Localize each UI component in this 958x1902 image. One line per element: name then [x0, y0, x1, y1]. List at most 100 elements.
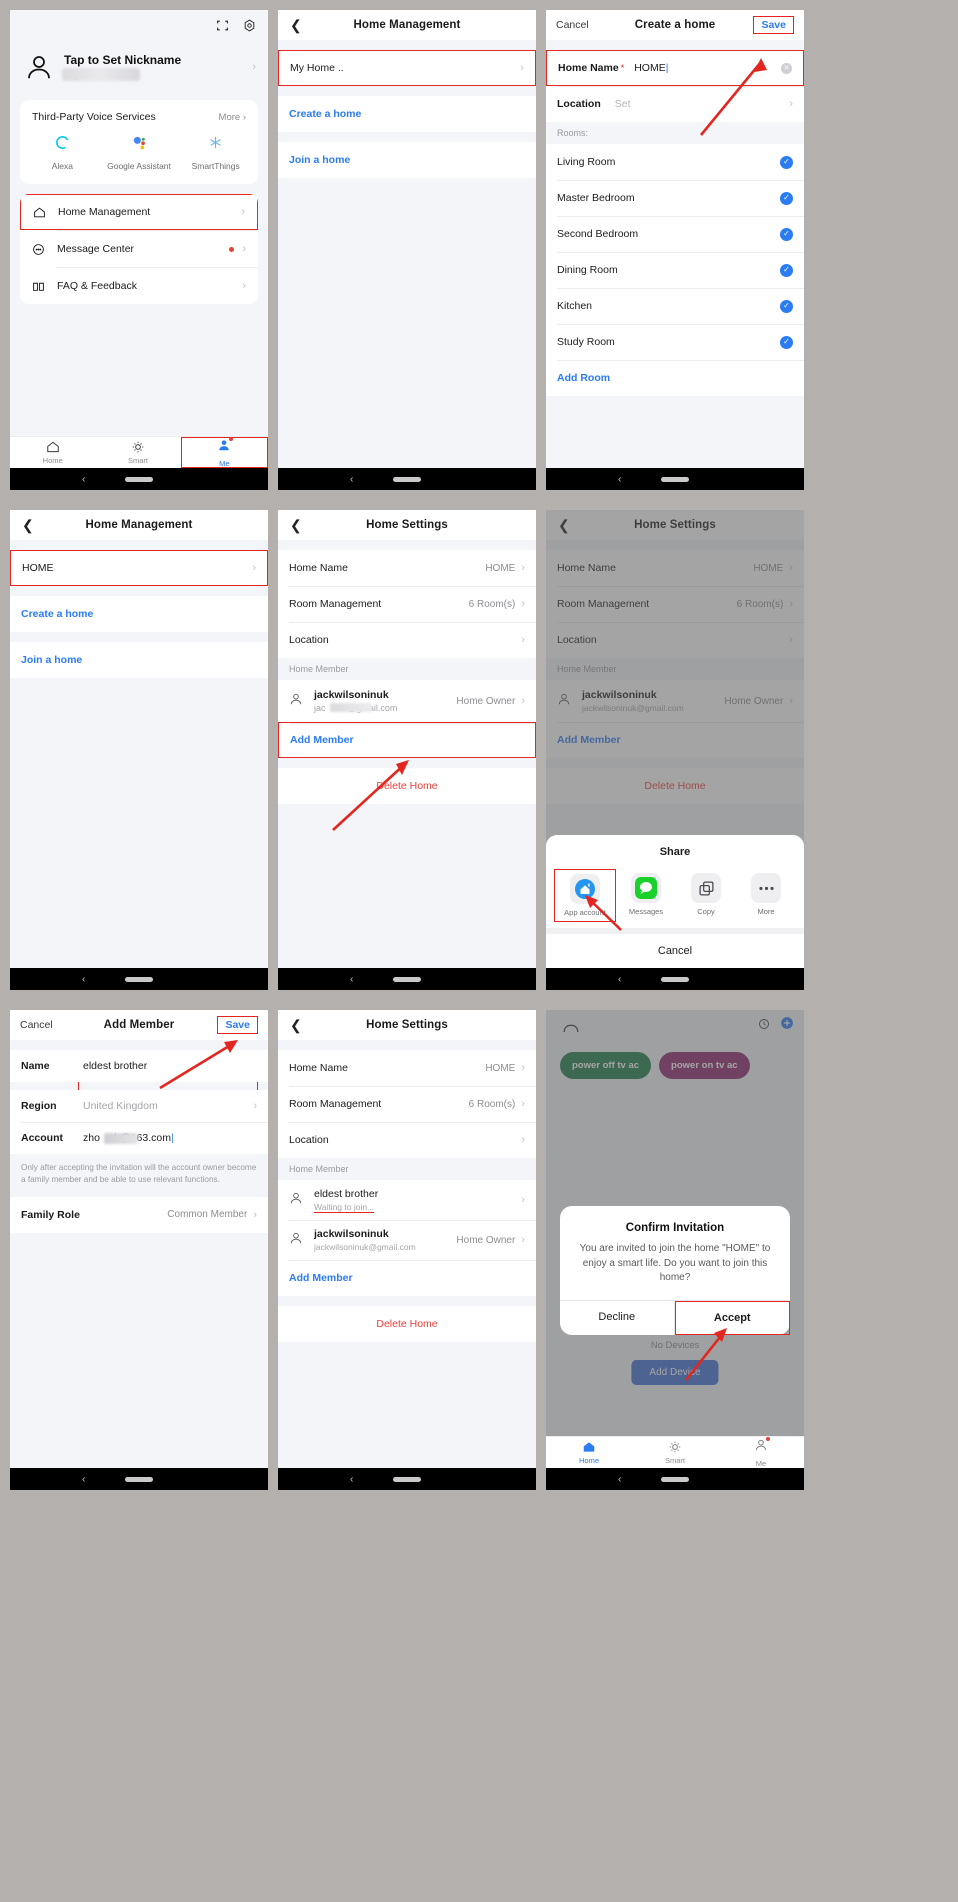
save-button[interactable]: Save — [753, 16, 794, 34]
share-target-messages[interactable]: Messages — [616, 869, 676, 922]
add-member-button[interactable]: Add Member — [278, 1260, 536, 1296]
create-home-button[interactable]: Create a home — [278, 96, 536, 132]
join-home-button[interactable]: Join a home — [278, 142, 536, 178]
field-family-role[interactable]: Family Role Common Member › — [10, 1196, 268, 1233]
voice-services-more[interactable]: More › — [219, 112, 246, 123]
home-row-my-home[interactable]: My Home .. › — [278, 50, 536, 86]
back-icon[interactable]: ❮ — [22, 518, 34, 532]
android-back-button[interactable]: ‹ — [350, 474, 353, 485]
member-fields-group: Name eldest brother Region United Kingdo… — [10, 1050, 268, 1154]
android-home-pill[interactable] — [661, 976, 689, 982]
navbar: Cancel Add Member Save — [10, 1010, 268, 1040]
android-home-pill[interactable] — [125, 1476, 153, 1482]
cancel-button[interactable]: Cancel — [20, 1019, 53, 1031]
android-home-pill[interactable] — [661, 476, 689, 482]
decline-button[interactable]: Decline — [560, 1301, 674, 1335]
add-member-button[interactable]: Add Member — [278, 722, 536, 758]
room-row[interactable]: Second Bedroom ✓ — [546, 216, 804, 252]
menu-item-home-management[interactable]: Home Management › — [20, 194, 258, 230]
voice-item-google-assistant[interactable]: Google Assistant — [101, 134, 178, 171]
check-icon[interactable]: ✓ — [780, 335, 793, 349]
tab-home[interactable]: Home — [546, 1437, 632, 1468]
chevron-right-icon: › — [521, 1062, 525, 1074]
check-icon[interactable]: ✓ — [780, 299, 793, 313]
share-target-more[interactable]: More — [736, 869, 796, 922]
profile-row[interactable]: Tap to Set Nickname @gmail.com › — [22, 38, 256, 100]
share-cancel-button[interactable]: Cancel — [546, 934, 804, 968]
settings-row-room-management[interactable]: Room Management 6 Room(s) › — [278, 586, 536, 622]
android-home-pill[interactable] — [393, 976, 421, 982]
voice-item-smartthings[interactable]: SmartThings — [177, 134, 254, 171]
settings-row-home-name[interactable]: Home Name HOME › — [278, 1050, 536, 1086]
settings-row-location[interactable]: Location › — [278, 622, 536, 658]
location-field[interactable]: Location Set › — [546, 86, 804, 122]
room-row[interactable]: Master Bedroom ✓ — [546, 180, 804, 216]
android-back-button[interactable]: ‹ — [350, 1474, 353, 1485]
back-icon[interactable]: ❮ — [290, 1018, 302, 1032]
delete-home-button[interactable]: Delete Home — [278, 768, 536, 804]
join-home-button[interactable]: Join a home — [10, 642, 268, 678]
menu-item-message-center[interactable]: Message Center › — [20, 231, 258, 267]
room-row[interactable]: Kitchen ✓ — [546, 288, 804, 324]
tab-smart[interactable]: Smart — [95, 437, 180, 468]
android-home-pill[interactable] — [125, 976, 153, 982]
share-sheet: Share App account Messages Copy More Can… — [546, 835, 804, 968]
field-region[interactable]: Region United Kingdom › — [10, 1090, 268, 1122]
tab-me[interactable]: Me — [180, 436, 268, 468]
create-home-button[interactable]: Create a home — [10, 596, 268, 632]
android-home-pill[interactable] — [125, 476, 153, 482]
settings-row-room-management[interactable]: Room Management 6 Room(s) › — [278, 1086, 536, 1122]
android-back-button[interactable]: ‹ — [618, 1474, 621, 1485]
android-home-pill[interactable] — [393, 1476, 421, 1482]
delete-home-button[interactable]: Delete Home — [278, 1306, 536, 1342]
field-account[interactable]: Account zho ub@163.com| — [10, 1122, 268, 1154]
delete-home-label: Delete Home — [376, 780, 438, 792]
android-back-button[interactable]: ‹ — [82, 1474, 85, 1485]
room-row[interactable]: Dining Room ✓ — [546, 252, 804, 288]
gear-icon[interactable] — [243, 19, 256, 37]
check-icon[interactable]: ✓ — [780, 191, 793, 205]
cancel-button[interactable]: Cancel — [556, 19, 589, 31]
accept-button[interactable]: Accept — [674, 1300, 790, 1335]
add-room-button[interactable]: Add Room — [546, 360, 804, 396]
home-name-field[interactable]: Home Name * HOME| ✕ — [546, 50, 804, 86]
android-back-button[interactable]: ‹ — [350, 974, 353, 985]
field-value[interactable]: United Kingdom — [83, 1100, 253, 1112]
field-name[interactable]: Name eldest brother — [10, 1050, 268, 1082]
clear-icon[interactable]: ✕ — [781, 62, 792, 74]
room-row[interactable]: Study Room ✓ — [546, 324, 804, 360]
member-row[interactable]: eldest brother Waiting to join... › — [278, 1180, 536, 1220]
share-target-copy[interactable]: Copy — [676, 869, 736, 922]
back-icon[interactable]: ❮ — [290, 518, 302, 532]
room-row[interactable]: Living Room ✓ — [546, 144, 804, 180]
share-targets: App account Messages Copy More — [546, 867, 804, 928]
settings-row-location[interactable]: Location › — [278, 1122, 536, 1158]
android-back-button[interactable]: ‹ — [618, 974, 621, 985]
tab-smart[interactable]: Smart — [632, 1437, 718, 1468]
tab-home[interactable]: Home — [10, 437, 95, 468]
save-button[interactable]: Save — [217, 1016, 258, 1034]
field-value[interactable]: zho ub@163.com| — [83, 1132, 257, 1144]
member-row[interactable]: jackwilsoninuk jac nuk@gmail.com Home Ow… — [278, 680, 536, 722]
field-value[interactable]: eldest brother — [83, 1060, 257, 1072]
scan-icon[interactable] — [216, 19, 229, 37]
voice-item-alexa[interactable]: Alexa — [24, 134, 101, 171]
member-row[interactable]: jackwilsoninuk jackwilsoninuk@gmail.com … — [278, 1220, 536, 1260]
android-home-pill[interactable] — [393, 476, 421, 482]
check-icon[interactable]: ✓ — [780, 227, 793, 241]
panel-create-home: Cancel Create a home Save Home Name * HO… — [546, 10, 804, 490]
share-target-app-account[interactable]: App account — [554, 869, 616, 922]
home-row-home[interactable]: HOME › — [10, 550, 268, 586]
check-icon[interactable]: ✓ — [780, 155, 793, 169]
tab-me[interactable]: Me — [718, 1436, 804, 1468]
back-icon[interactable]: ❮ — [290, 18, 302, 32]
check-icon[interactable]: ✓ — [780, 263, 793, 277]
settings-row-home-name[interactable]: Home Name HOME › — [278, 550, 536, 586]
home-name-value[interactable]: HOME| — [634, 62, 781, 74]
menu-item-faq-feedback[interactable]: FAQ & Feedback › — [20, 268, 258, 304]
android-back-button[interactable]: ‹ — [82, 974, 85, 985]
app-account-icon — [570, 874, 600, 904]
android-back-button[interactable]: ‹ — [82, 474, 85, 485]
android-back-button[interactable]: ‹ — [618, 474, 621, 485]
android-home-pill[interactable] — [661, 1476, 689, 1482]
